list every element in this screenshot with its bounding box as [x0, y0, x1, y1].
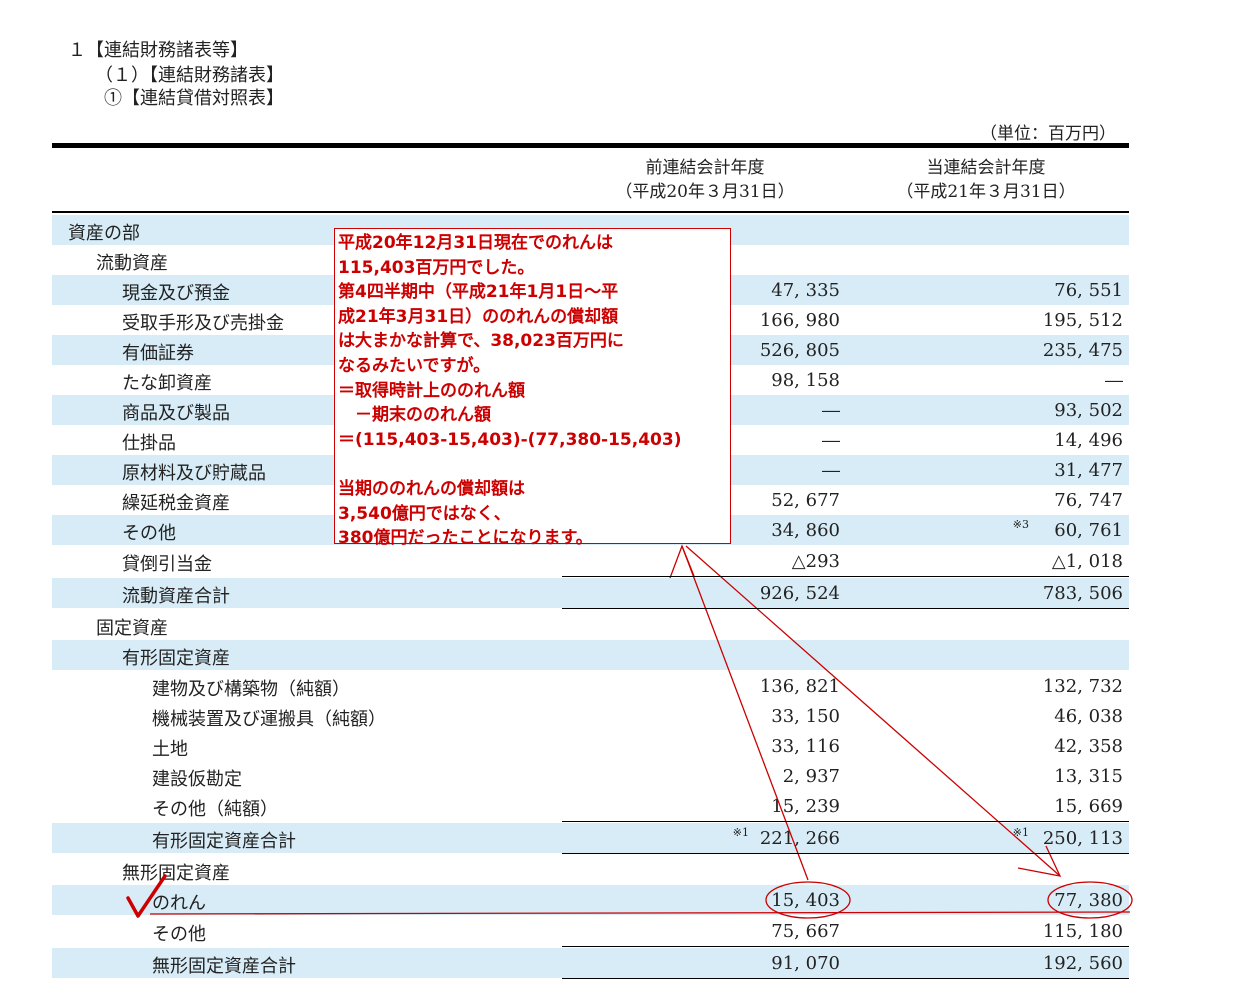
arrow-to-curr-goodwill [685, 545, 1061, 877]
subtotal-rule [562, 946, 1129, 947]
subtotal-rule [562, 821, 1129, 822]
arrowhead-bottom-right [1017, 845, 1062, 877]
subtotal-rule [562, 576, 1129, 577]
arrowhead-top-left [669, 544, 695, 579]
subtotal-rule [562, 608, 1129, 609]
annotation-overlay [126, 544, 1133, 919]
subtotal-rule [562, 978, 1129, 979]
arrow-to-prev-goodwill [681, 545, 809, 881]
goodwill-underline [149, 911, 1131, 915]
check-mark-icon [126, 874, 167, 918]
subtotal-rule [562, 853, 1129, 854]
